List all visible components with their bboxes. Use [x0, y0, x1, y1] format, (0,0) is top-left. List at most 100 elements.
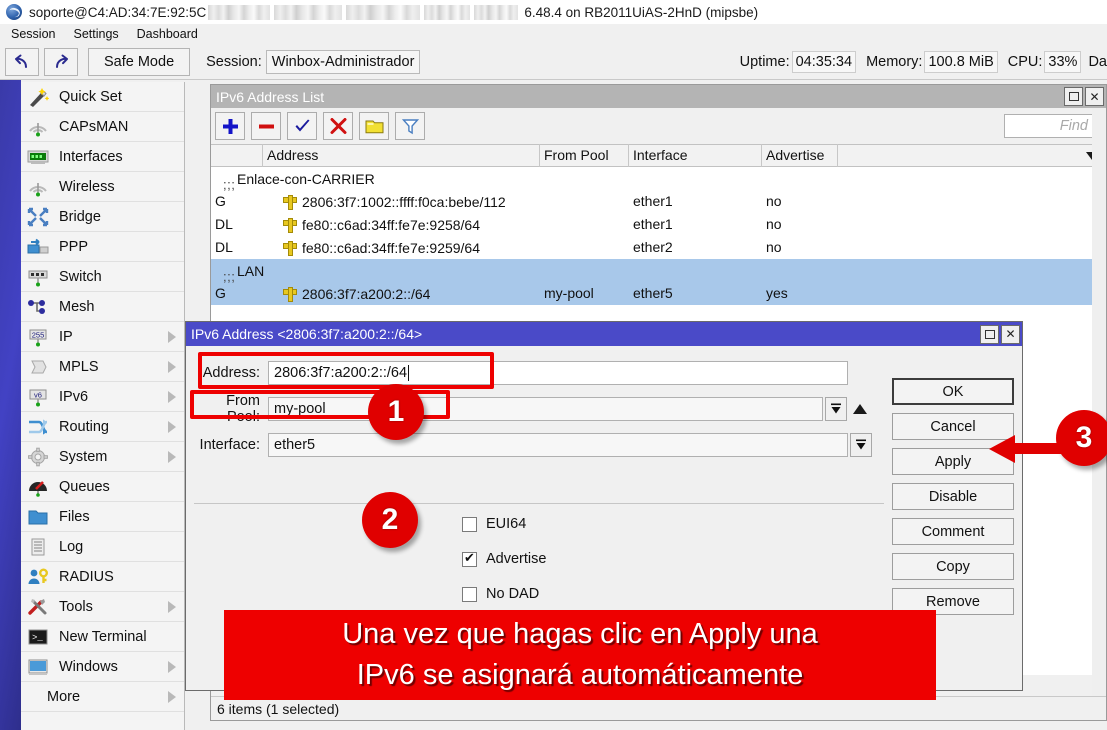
uptime-label: Uptime:	[740, 54, 790, 70]
cell-advertise: no	[762, 213, 838, 236]
column-header-overflow[interactable]	[838, 144, 1106, 167]
column-header-from-pool[interactable]: From Pool	[540, 144, 629, 167]
table-row[interactable]: DL fe80::c6ad:34ff:fe7e:9259/64 ether2 n…	[211, 236, 1106, 259]
ok-button[interactable]: OK	[892, 378, 1014, 405]
sidebar-item-interfaces[interactable]: Interfaces	[21, 142, 184, 172]
sidebar-item-routing[interactable]: Routing	[21, 412, 184, 442]
comment-button[interactable]: Comment	[892, 518, 1014, 545]
no-dad-checkbox[interactable]	[462, 587, 477, 602]
annotation-badge-2: 2	[362, 492, 418, 548]
sidebar-item-queues[interactable]: Queues	[21, 472, 184, 502]
enable-button[interactable]	[287, 112, 317, 140]
column-header-interface[interactable]: Interface	[629, 144, 762, 167]
sidebar-item-radius[interactable]: RADIUS	[21, 562, 184, 592]
sidebar-item-label: Interfaces	[59, 149, 123, 165]
log-icon	[25, 536, 51, 558]
cell-from-pool: my-pool	[540, 282, 629, 305]
cell-overflow	[838, 190, 1106, 213]
sidebar-item-log[interactable]: Log	[21, 532, 184, 562]
sidebar-item-ipv6[interactable]: v6 IPv6	[21, 382, 184, 412]
sidebar-item-label: Tools	[59, 599, 93, 615]
close-icon[interactable]: ✕	[1001, 325, 1020, 344]
safe-mode-button[interactable]: Safe Mode	[88, 48, 190, 76]
sidebar-item-label: Log	[59, 539, 83, 555]
maximize-icon[interactable]	[980, 325, 999, 344]
sidebar-item-mesh[interactable]: Mesh	[21, 292, 184, 322]
disable-button[interactable]: Disable	[892, 483, 1014, 510]
sidebar-item-tools[interactable]: Tools	[21, 592, 184, 622]
sidebar-item-ppp[interactable]: PPP	[21, 232, 184, 262]
session-value[interactable]: Winbox-Administrador	[266, 50, 421, 74]
sidebar-item-files[interactable]: Files	[21, 502, 184, 532]
sidebar-item-label: RADIUS	[59, 569, 114, 585]
comment-button[interactable]	[359, 112, 389, 140]
app-title-suffix: 6.48.4 on RB2011UiAS-2HnD (mipsbe)	[524, 5, 758, 20]
mesh-icon	[25, 296, 51, 318]
redo-icon[interactable]	[44, 48, 78, 76]
table-row[interactable]: G 2806:3f7:1002::ffff:f0ca:bebe/112 ethe…	[211, 190, 1106, 213]
table-comment-row[interactable]: ;;;LAN	[211, 259, 1106, 282]
antenna-icon	[25, 116, 51, 138]
advertise-checkbox-row[interactable]: Advertise	[462, 551, 546, 567]
sidebar-item-label: IPv6	[59, 389, 88, 405]
undo-icon[interactable]	[5, 48, 39, 76]
annotation-arrow-to-apply	[985, 432, 1065, 466]
chevron-right-icon	[168, 661, 176, 673]
column-header-address[interactable]: Address	[263, 144, 540, 167]
advertise-label: Advertise	[486, 551, 546, 567]
remove-button[interactable]	[251, 112, 281, 140]
copy-button[interactable]: Copy	[892, 553, 1014, 580]
close-icon[interactable]: ✕	[1085, 87, 1104, 106]
eui64-checkbox[interactable]	[462, 517, 477, 532]
interface-label: Interface:	[196, 437, 268, 453]
svg-text:v6: v6	[34, 390, 42, 399]
menu-item-dashboard[interactable]: Dashboard	[128, 24, 207, 44]
from-pool-dropdown-icon[interactable]	[825, 397, 847, 421]
from-pool-up-icon[interactable]	[853, 404, 867, 414]
table-row[interactable]: DL fe80::c6ad:34ff:fe7e:9258/64 ether1 n…	[211, 213, 1106, 236]
sidebar-item-wireless[interactable]: Wireless	[21, 172, 184, 202]
add-button[interactable]	[215, 112, 245, 140]
sidebar-item-capsman[interactable]: CAPsMAN	[21, 112, 184, 142]
chevron-right-icon	[168, 451, 176, 463]
table-row[interactable]: G 2806:3f7:a200:2::/64 my-pool ether5 ye…	[211, 282, 1106, 305]
column-header-advertise[interactable]: Advertise	[762, 144, 838, 167]
interface-dropdown-icon[interactable]	[850, 433, 872, 457]
sidebar-item-switch[interactable]: Switch	[21, 262, 184, 292]
sidebar-item-system[interactable]: System	[21, 442, 184, 472]
menu-item-settings[interactable]: Settings	[64, 24, 127, 44]
sidebar-item-windows[interactable]: Windows	[21, 652, 184, 682]
sidebar-item-bridge[interactable]: Bridge	[21, 202, 184, 232]
filter-button[interactable]	[395, 112, 425, 140]
dialog-title: IPv6 Address <2806:3f7:a200:2::/64>	[191, 326, 422, 342]
sidebar-item-mpls[interactable]: MPLS	[21, 352, 184, 382]
table-comment-row[interactable]: ;;;Enlace-con-CARRIER	[211, 167, 1106, 190]
interface-input-value: ether5	[274, 437, 315, 453]
sidebar-item-new-terminal[interactable]: >_ New Terminal	[21, 622, 184, 652]
eui64-checkbox-row[interactable]: EUI64	[462, 516, 526, 532]
no-dad-checkbox-row[interactable]: No DAD	[462, 586, 539, 602]
sidebar-item-quick-set[interactable]: Quick Set	[21, 82, 184, 112]
comment-marker-icon: ;;;	[223, 177, 235, 192]
maximize-icon[interactable]	[1064, 87, 1083, 106]
ipv6-list-toolbar: Find	[211, 108, 1106, 144]
sidebar-item-label: Files	[59, 509, 90, 525]
cell-flags: DL	[211, 213, 263, 236]
svg-text:>_: >_	[32, 633, 43, 643]
switch-icon	[25, 266, 51, 288]
advertise-checkbox[interactable]	[462, 552, 477, 567]
comment-marker-icon: ;;;	[223, 269, 235, 284]
gear-icon	[25, 446, 51, 468]
sidebar-item-more[interactable]: More	[21, 682, 184, 712]
column-header-flags[interactable]	[211, 144, 263, 167]
ipv6-list-title-bar: IPv6 Address List ✕	[211, 85, 1106, 108]
menu-item-session[interactable]: Session	[2, 24, 64, 44]
chevron-right-icon	[168, 331, 176, 343]
interface-input[interactable]: ether5	[268, 433, 848, 457]
redacted-block	[424, 5, 470, 20]
dialog-title-bar: IPv6 Address <2806:3f7:a200:2::/64> ✕	[186, 322, 1022, 346]
vertical-scrollbar[interactable]	[1092, 108, 1106, 696]
disable-button[interactable]	[323, 112, 353, 140]
sidebar-item-ip[interactable]: 255 IP	[21, 322, 184, 352]
search-input[interactable]: Find	[1004, 114, 1096, 138]
